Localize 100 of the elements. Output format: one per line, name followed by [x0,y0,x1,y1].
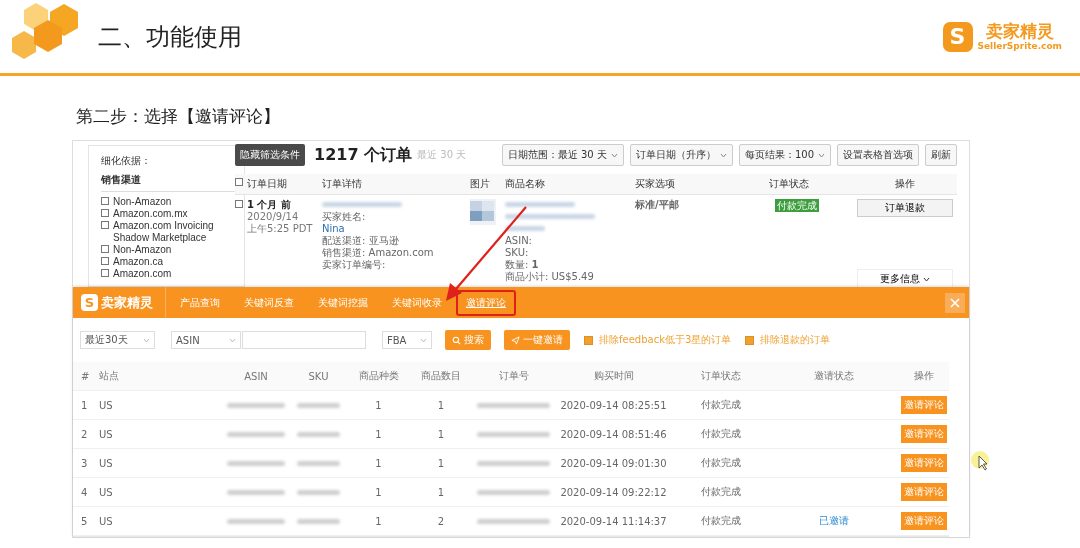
select-field[interactable]: FBA [382,331,432,349]
dropdown[interactable]: 每页结果：100 [738,144,831,166]
filter-label: 细化依据： [101,154,152,168]
table-cell-text: 1 [436,399,446,411]
redacted-text [505,226,545,231]
order-detail: 销售渠道: Amazon.com [322,247,435,258]
order-time: 上午5:25 PDT [247,223,314,234]
select-field[interactable]: 最近30天 [80,331,155,349]
column-header: 站点 [99,369,120,383]
caret-icon [610,152,618,158]
column-header: SKU [307,370,330,382]
column-header: 邀请状态 [812,369,855,383]
table-cell-text: US [99,428,114,440]
checkbox[interactable] [235,200,243,208]
search-icon [452,335,461,345]
table-cell-text: 1 [436,428,446,440]
order-date: 2020/9/14 [247,211,300,222]
row-number: 3 [81,457,89,469]
column-header: 商品名称 [505,177,546,191]
table-cell-text: 付款完成 [700,456,742,470]
table-cell-text: 1 [374,399,383,411]
redacted-text [227,431,285,437]
table-cell-text: 1 [374,486,383,498]
toolbar-button[interactable]: 刷新 [925,144,957,166]
table-cell-text: 付款完成 [700,514,742,528]
checkbox[interactable] [101,245,109,253]
column-header: 订单日期 [247,177,287,191]
table-cell-text: 1 [436,457,446,469]
table-cell-text: 2 [436,515,446,527]
more-info-button[interactable]: 更多信息 [857,269,953,287]
checkbox[interactable] [101,221,109,229]
close-button[interactable] [945,292,965,313]
column-header: 操作 [912,369,935,383]
order-count: 1217 个订单 [314,144,413,166]
slide-title: 二、功能使用 [98,21,243,53]
caret-icon [719,152,727,158]
column-header: ASIN [243,370,269,382]
checkbox[interactable] [101,197,109,205]
option-label: 排除feedback低于3星的订单 [599,333,732,347]
product-detail: 商品小计: US$5.49 [505,271,595,282]
checkbox[interactable] [235,178,243,186]
redacted-text [505,202,575,207]
table-cell-text: 2020-09-14 09:01:30 [559,457,668,469]
logo-name: 卖家精灵 [985,22,1054,41]
order-detail: 配送渠道: 亚马逊 [322,235,400,246]
row-number: 4 [81,486,89,498]
table-cell-text: 1 [374,428,383,440]
channel-label: Amazon.ca [113,256,164,268]
column-header: 订单号 [497,369,530,383]
checkbox[interactable] [101,209,109,217]
caret-icon [229,337,236,343]
table-cell-text: 2020-09-14 08:51:46 [559,428,668,440]
refund-button[interactable]: 订单退款 [857,199,953,217]
period-note: 最近 30 天 [417,148,468,162]
order-detail: 卖家订单编号: [322,259,387,270]
row-number: 2 [81,428,89,440]
buyer-name-link[interactable]: Nina [322,223,470,234]
row-number: 5 [81,515,89,527]
column-header: 操作 [894,177,916,191]
logo-mark: S [81,294,98,311]
caret-icon [818,152,825,158]
option-label: 排除退款的订单 [760,333,831,347]
checkbox[interactable] [101,269,109,277]
column-header: 买家选项 [635,177,676,191]
buyer-option: 标准/平邮 [635,199,769,210]
channel-label: Non-Amazon [113,244,172,256]
dropdown[interactable]: 订单日期（升序） [629,144,733,166]
invite-status: 已邀请 [817,514,850,528]
redacted-text [297,402,340,408]
caret-icon [143,337,150,343]
logo-mark: S [942,21,973,52]
column-header: 订单状态 [700,369,742,383]
dropdown[interactable]: 日期范围：最近 30 天 [501,144,624,166]
select-field[interactable]: ASIN [171,331,241,349]
redacted-text [297,460,340,466]
step-title: 第二步：选择【邀请评论】 [76,105,281,127]
redacted-text [227,402,285,408]
order-detail: 买家姓名: [322,211,367,222]
hide-filters-button[interactable]: 隐藏筛选条件 [235,144,305,166]
table-cell-text: US [99,399,114,411]
column-header: # [81,370,91,382]
caret-icon [923,276,930,282]
toolbar-button[interactable]: 设置表格首选项 [837,144,919,166]
search-input[interactable] [242,331,366,349]
table-cell-text: 2020-09-14 09:22:12 [559,486,668,498]
channel-label: Amazon.com Invoicing Shadow Marketplace [113,220,215,244]
checkbox[interactable] [584,335,593,345]
row-number: 1 [81,399,89,411]
table-cell-text: 1 [374,457,383,469]
table-cell-text: 付款完成 [700,485,742,499]
table-cell-text: 2020-09-14 08:25:51 [559,399,668,411]
redacted-text [227,489,285,495]
channel-label: Amazon.com [113,268,172,280]
table-cell-text: US [99,515,114,527]
checkbox[interactable] [745,335,755,345]
checkbox[interactable] [101,257,109,265]
logo-domain: SellerSprite.com [977,40,1062,51]
column-header: 购买时间 [592,369,635,383]
redacted-text [297,431,340,437]
table-cell-text: US [99,486,114,498]
